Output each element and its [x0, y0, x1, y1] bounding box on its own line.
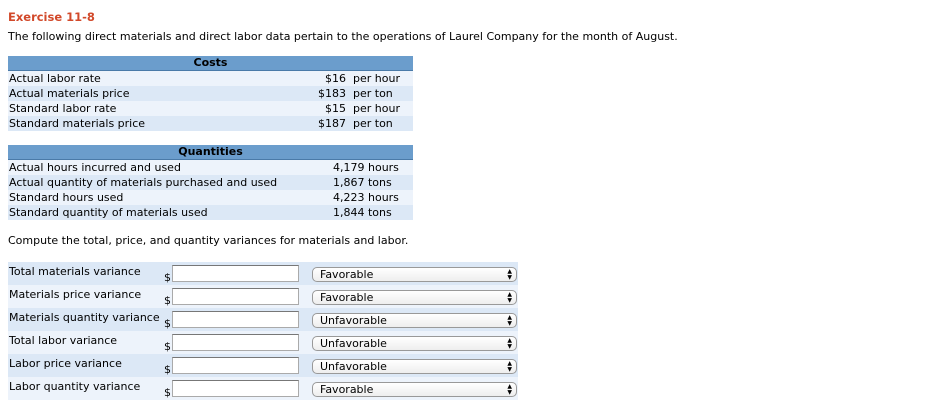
cost-unit: per ton: [353, 117, 393, 130]
currency-symbol: $: [164, 363, 171, 376]
cost-label: Actual materials price: [9, 87, 130, 100]
favorability-select[interactable]: Favorable ▲ ▼: [312, 290, 517, 305]
cost-unit: per hour: [353, 102, 400, 115]
variance-row: Materials price variance $ Favorable ▲ ▼: [8, 285, 518, 308]
variance-row: Labor quantity variance $ Favorable ▲ ▼: [8, 377, 518, 400]
favorability-select[interactable]: Unfavorable ▲ ▼: [312, 336, 517, 351]
select-arrows-icon: ▲ ▼: [507, 291, 512, 304]
variance-amount-input[interactable]: [172, 311, 299, 328]
costs-table: Costs Actual labor rate $16 per hour Actual…: [8, 56, 413, 131]
cost-label: Actual labor rate: [9, 72, 101, 85]
variance-label: Total labor variance: [9, 334, 118, 347]
variance-label: Materials price variance: [9, 288, 142, 301]
cost-amount: $15: [325, 102, 346, 115]
cost-row: Actual labor rate $16 per hour: [8, 71, 413, 86]
cost-label: Standard materials price: [9, 117, 146, 130]
cost-row: Standard materials price $187 per ton: [8, 116, 413, 131]
quantities-header: Quantities: [8, 145, 413, 160]
currency-symbol: $: [164, 340, 171, 353]
favorability-select[interactable]: Unfavorable ▲ ▼: [312, 359, 517, 374]
variance-label: Labor price variance: [9, 357, 122, 370]
quantity-label: Actual hours incurred and used: [9, 161, 181, 174]
currency-symbol: $: [164, 294, 171, 307]
quantity-value: 1,867 tons: [333, 176, 392, 189]
instruction-text: Compute the total, price, and quantity v…: [8, 234, 409, 247]
variance-amount-input[interactable]: [172, 380, 299, 397]
intro-text: The following direct materials and direc…: [8, 30, 678, 43]
cost-label: Standard labor rate: [9, 102, 117, 115]
favorability-select[interactable]: Favorable ▲ ▼: [312, 267, 517, 282]
variance-amount-input[interactable]: [172, 265, 299, 282]
quantity-row: Actual quantity of materials purchased a…: [8, 175, 413, 190]
costs-header: Costs: [8, 56, 413, 71]
quantity-label: Standard hours used: [9, 191, 124, 204]
favorability-selected: Unfavorable: [320, 314, 387, 327]
favorability-selected: Favorable: [320, 291, 374, 304]
variance-row: Labor price variance $ Unfavorable ▲ ▼: [8, 354, 518, 377]
variance-row: Total labor variance $ Unfavorable ▲ ▼: [8, 331, 518, 354]
cost-amount: $183: [318, 87, 346, 100]
variance-label: Materials quantity variance: [9, 311, 160, 324]
quantities-table: Quantities Actual hours incurred and use…: [8, 145, 413, 220]
favorability-selected: Unfavorable: [320, 360, 387, 373]
variance-row: Materials quantity variance $ Unfavorable ▲…: [8, 308, 518, 331]
cost-row: Standard labor rate $15 per hour: [8, 101, 413, 116]
quantity-value: 4,179 hours: [333, 161, 399, 174]
quantity-value: 4,223 hours: [333, 191, 399, 204]
cost-row: Actual materials price $183 per ton: [8, 86, 413, 101]
favorability-select[interactable]: Unfavorable ▲ ▼: [312, 313, 517, 328]
quantity-value: 1,844 tons: [333, 206, 392, 219]
cost-unit: per hour: [353, 72, 400, 85]
select-arrows-icon: ▲ ▼: [507, 360, 512, 373]
favorability-selected: Favorable: [320, 268, 374, 281]
currency-symbol: $: [164, 317, 171, 330]
variance-label: Total materials variance: [9, 265, 141, 278]
quantity-label: Actual quantity of materials purchased a…: [9, 176, 278, 189]
quantity-row: Standard hours used 4,223 hours: [8, 190, 413, 205]
variance-row: Total materials variance $ Favorable ▲ ▼: [8, 262, 518, 285]
select-arrows-icon: ▲ ▼: [507, 314, 512, 327]
variance-amount-input[interactable]: [172, 334, 299, 351]
answer-table: Total materials variance $ Favorable ▲ ▼ Mate…: [8, 262, 518, 400]
favorability-selected: Favorable: [320, 383, 374, 396]
exercise-title: Exercise 11-8: [8, 10, 95, 24]
cost-unit: per ton: [353, 87, 393, 100]
currency-symbol: $: [164, 271, 171, 284]
select-arrows-icon: ▲ ▼: [507, 268, 512, 281]
select-arrows-icon: ▲ ▼: [507, 383, 512, 396]
cost-amount: $16: [325, 72, 346, 85]
favorability-selected: Unfavorable: [320, 337, 387, 350]
quantity-row: Actual hours incurred and used 4,179 hour…: [8, 160, 413, 175]
cost-amount: $187: [318, 117, 346, 130]
select-arrows-icon: ▲ ▼: [507, 337, 512, 350]
currency-symbol: $: [164, 386, 171, 399]
variance-label: Labor quantity variance: [9, 380, 141, 393]
quantity-label: Standard quantity of materials used: [9, 206, 208, 219]
favorability-select[interactable]: Favorable ▲ ▼: [312, 382, 517, 397]
quantity-row: Standard quantity of materials used 1,844…: [8, 205, 413, 220]
variance-amount-input[interactable]: [172, 357, 299, 374]
variance-amount-input[interactable]: [172, 288, 299, 305]
